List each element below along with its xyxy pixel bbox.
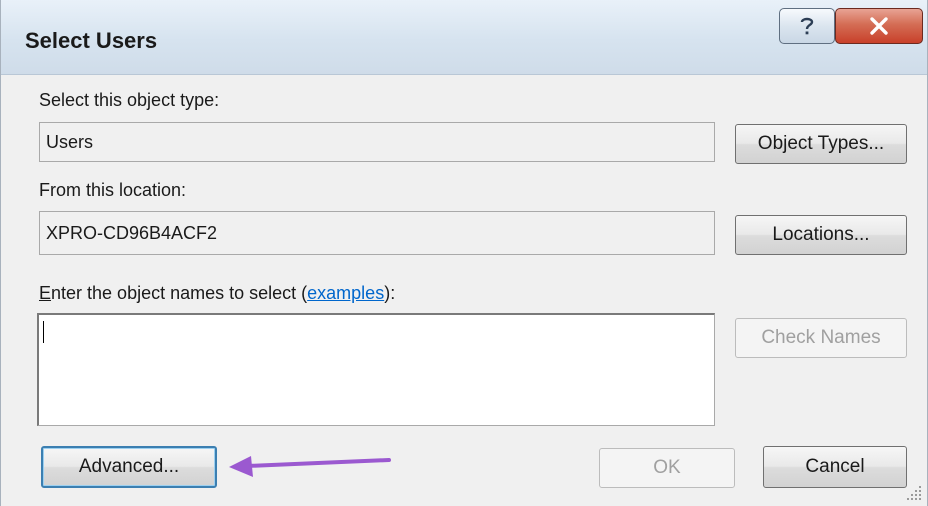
advanced-button[interactable]: Advanced...: [41, 446, 217, 488]
ok-button[interactable]: OK: [599, 448, 735, 488]
object-names-label-end: ):: [384, 283, 396, 303]
location-label: From this location:: [39, 180, 187, 200]
annotation-arrow: [229, 456, 391, 477]
resize-grip-icon[interactable]: [905, 484, 923, 502]
window-title: Select Users: [25, 28, 158, 53]
examples-link[interactable]: examples: [307, 283, 384, 303]
title-bar: Select Users: [1, 0, 927, 75]
cancel-button[interactable]: Cancel: [763, 446, 907, 488]
locations-button[interactable]: Locations...: [735, 215, 907, 255]
location-field: XPRO-CD96B4ACF2: [39, 211, 715, 255]
help-button[interactable]: [779, 8, 835, 44]
object-names-label-text: nter the object names to select (: [51, 283, 308, 303]
close-button[interactable]: [835, 8, 923, 44]
close-icon: [870, 17, 888, 35]
check-names-button[interactable]: Check Names: [735, 318, 907, 358]
access-key-e: E: [39, 283, 52, 303]
help-icon: [800, 17, 814, 35]
object-names-input[interactable]: [37, 313, 715, 426]
object-type-field: Users: [39, 122, 715, 162]
object-names-label: Enter the object names to select (exampl…: [39, 283, 395, 304]
select-users-dialog: Select Users Select this object type: Us…: [0, 0, 928, 506]
object-type-label: Select this object type:: [39, 90, 220, 110]
text-caret: [43, 321, 44, 343]
object-types-button[interactable]: Object Types...: [735, 124, 907, 164]
